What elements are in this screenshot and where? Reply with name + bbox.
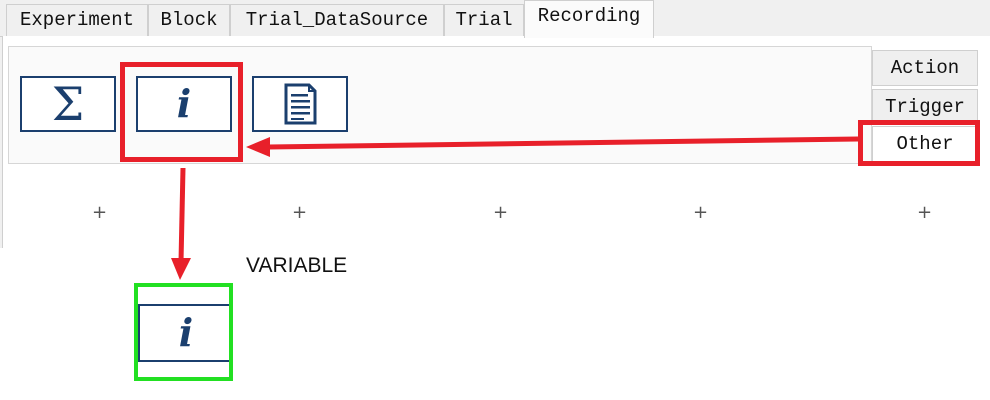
variable-node-label: VARIABLE	[246, 254, 348, 277]
side-tab-action[interactable]: Action	[872, 50, 978, 86]
tab-experiment[interactable]: Experiment	[6, 4, 148, 36]
side-tab-other[interactable]: Other	[872, 126, 978, 162]
tab-trial[interactable]: Trial	[444, 4, 524, 36]
variable-node[interactable]: i	[138, 304, 232, 362]
grid-plus-icon: +	[693, 202, 709, 223]
info-icon: i	[178, 310, 194, 355]
grid-plus-icon: +	[917, 202, 933, 223]
tab-label: Recording	[537, 5, 641, 27]
side-tab-label: Action	[890, 57, 960, 79]
info-icon: i	[176, 81, 192, 126]
result-file-tool-button[interactable]	[252, 76, 348, 132]
sigma-tool-button[interactable]: Σ	[20, 76, 116, 132]
tab-label: Trial_DataSource	[245, 9, 429, 31]
document-icon	[284, 83, 317, 125]
tab-bar: Experiment Block Trial_DataSource Trial …	[0, 0, 990, 38]
grid-plus-icon: +	[92, 202, 108, 223]
grid-plus-icon: +	[292, 202, 308, 223]
tab-label: Trial	[455, 9, 513, 31]
tab-label: Block	[160, 9, 218, 31]
sigma-icon: Σ	[51, 77, 85, 131]
side-tab-label: Other	[896, 133, 954, 155]
tab-block[interactable]: Block	[148, 4, 230, 36]
side-tab-trigger[interactable]: Trigger	[872, 89, 978, 125]
tab-trial-datasource[interactable]: Trial_DataSource	[230, 4, 444, 36]
variable-tool-button[interactable]: i	[136, 76, 232, 132]
tab-label: Experiment	[19, 9, 135, 31]
grid-plus-icon: +	[493, 202, 509, 223]
side-tab-label: Trigger	[885, 96, 965, 118]
tab-recording[interactable]: Recording	[524, 0, 654, 38]
